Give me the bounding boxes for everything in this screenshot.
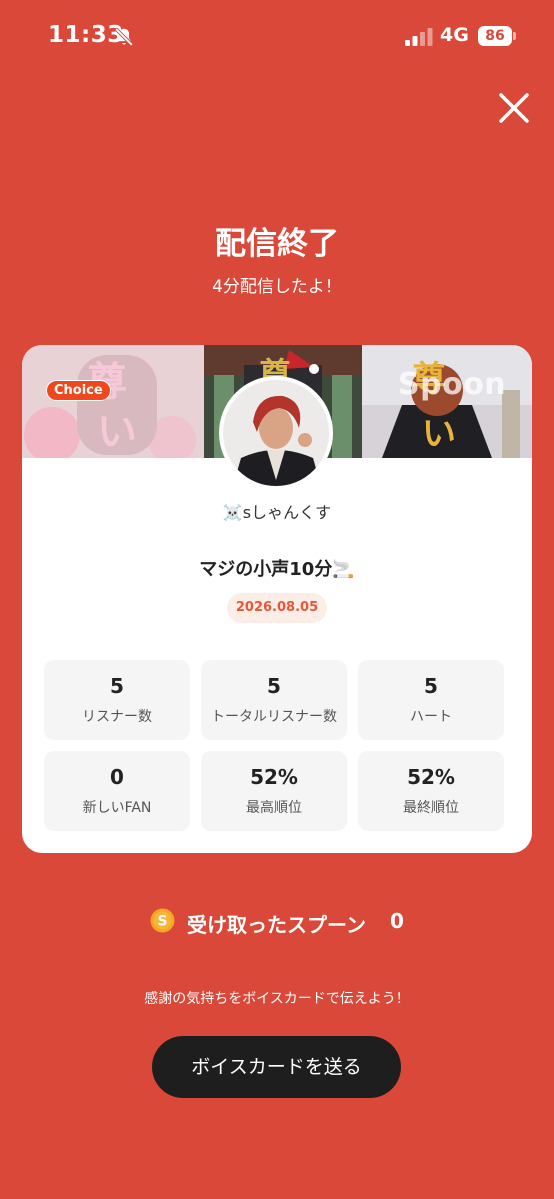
broadcast-date: 2026.08.05 (227, 593, 327, 623)
spoons-label: 受け取ったスプーン (187, 913, 366, 937)
stat-label: ハート (410, 709, 452, 725)
stat-value: 52% (250, 765, 298, 789)
page-title: 配信終了 (215, 226, 339, 262)
stat-label: 最高順位 (246, 800, 302, 816)
signal-icon (405, 28, 433, 46)
spoon-coin-letter: S (157, 914, 167, 930)
broadcast-title: マジの小声10分🚬 (199, 559, 355, 580)
stat-value: 52% (407, 765, 455, 789)
page-subtitle: 4分配信したよ！ (212, 277, 342, 297)
network-type: 4G (440, 24, 469, 46)
status-bar: 11:33 4G 86 (0, 0, 554, 74)
username: ☠️sしゃんくす (222, 503, 332, 522)
spoons-received: S 受け取ったスプーン 0 (0, 905, 554, 939)
choice-badge: Choice (46, 380, 111, 401)
stat-final-rank: 52% 最終順位 (358, 751, 504, 831)
stat-hearts: 5 ハート (358, 660, 504, 740)
battery-level: 86 (485, 28, 505, 44)
avatar[interactable] (219, 376, 333, 490)
svg-text:い: い (422, 414, 456, 454)
bell-slash-icon (114, 27, 134, 47)
spoons-count: 0 (390, 909, 404, 933)
battery-icon: 86 (478, 26, 512, 46)
stat-value: 5 (110, 674, 124, 698)
stat-highest-rank: 52% 最高順位 (201, 751, 347, 831)
close-icon[interactable] (494, 88, 534, 128)
send-voice-card-button[interactable]: ボイスカードを送る (152, 1036, 401, 1098)
banner-image-left: 尊 い (22, 345, 204, 458)
battery-tip (513, 32, 516, 40)
stat-label: 最終順位 (403, 800, 459, 816)
stat-label: トータルリスナー数 (211, 709, 337, 725)
stat-label: 新しいFAN (82, 800, 152, 816)
banner-logo: Spoon (398, 367, 507, 402)
svg-text:い: い (97, 409, 137, 455)
stat-label: リスナー数 (82, 709, 152, 725)
stat-total-listeners: 5 トータルリスナー数 (201, 660, 347, 740)
broadcast-summary-card: 尊 い 尊 尊 い Choice Spoon (22, 345, 532, 853)
voice-card-message: 感謝の気持ちをボイスカードで伝えよう！ (144, 991, 410, 1007)
spoon-coin-icon: S (150, 908, 175, 933)
stat-listeners: 5 リスナー数 (44, 660, 190, 740)
stat-value: 0 (110, 765, 124, 789)
stat-value: 5 (424, 674, 438, 698)
stat-new-fans: 0 新しいFAN (44, 751, 190, 831)
stat-value: 5 (267, 674, 281, 698)
avatar-image (223, 380, 329, 486)
